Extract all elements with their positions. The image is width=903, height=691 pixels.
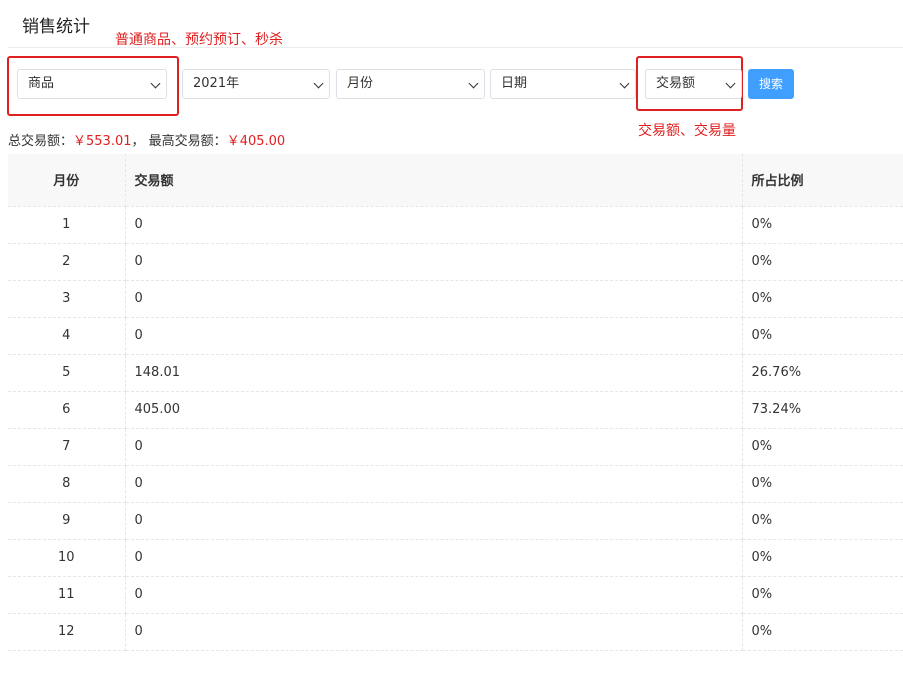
summary-line: 总交易额：￥553.01， 最高交易额：￥405.00 [8, 130, 285, 149]
chevron-down-icon [313, 78, 324, 89]
cell-ratio: 0% [742, 243, 903, 281]
cell-ratio: 0% [742, 428, 903, 466]
table-row: 10 0 0% [8, 539, 903, 577]
cell-amount: 0 [125, 502, 743, 540]
summary-separator: ， [131, 134, 145, 149]
table-row: 6 405.00 73.24% [8, 391, 903, 429]
header-month: 月份 [8, 154, 126, 207]
cell-ratio: 73.24% [742, 391, 903, 429]
cell-amount: 0 [125, 280, 743, 318]
cell-ratio: 0% [742, 613, 903, 651]
cell-ratio: 0% [742, 576, 903, 614]
max-value: ￥405.00 [226, 134, 286, 149]
cell-amount: 405.00 [125, 391, 743, 429]
sales-stats-page: 销售统计 普通商品、预约预订、秒杀 商品 2021年 月份 日期 交易额 交易额… [0, 0, 903, 691]
cell-amount: 0 [125, 428, 743, 466]
page-title: 销售统计 [22, 17, 90, 37]
table-row: 1 0 0% [8, 206, 903, 244]
cell-month: 8 [8, 465, 126, 503]
cell-ratio: 0% [742, 317, 903, 355]
cell-ratio: 0% [742, 206, 903, 244]
cell-amount: 0 [125, 465, 743, 503]
metric-value: 交易额 [656, 76, 696, 91]
cell-month: 6 [8, 391, 126, 429]
cell-month: 10 [8, 539, 126, 577]
table-row: 11 0 0% [8, 576, 903, 614]
cell-amount: 0 [125, 613, 743, 651]
cell-ratio: 0% [742, 280, 903, 318]
cell-month: 9 [8, 502, 126, 540]
cell-month: 12 [8, 613, 126, 651]
table-row: 7 0 0% [8, 428, 903, 466]
search-button[interactable]: 搜索 [748, 69, 794, 99]
cell-ratio: 0% [742, 465, 903, 503]
chevron-down-icon [725, 78, 736, 89]
product-type-value: 商品 [28, 76, 55, 91]
total-value: ￥553.01 [73, 134, 132, 149]
table-row: 3 0 0% [8, 280, 903, 318]
cell-amount: 148.01 [125, 354, 743, 392]
date-select[interactable]: 日期 [490, 69, 636, 99]
cell-ratio: 0% [742, 539, 903, 577]
cell-month: 5 [8, 354, 126, 392]
sales-table: 月份 交易额 所占比例 1 0 0% 2 0 0% 3 0 0% 4 0 0% … [8, 154, 903, 651]
cell-month: 2 [8, 243, 126, 281]
cell-amount: 0 [125, 243, 743, 281]
product-type-select[interactable]: 商品 [17, 69, 167, 99]
cell-month: 3 [8, 280, 126, 318]
cell-month: 7 [8, 428, 126, 466]
month-value: 月份 [347, 76, 374, 91]
table-row: 12 0 0% [8, 613, 903, 651]
chevron-down-icon [468, 78, 479, 89]
table-header-row: 月份 交易额 所占比例 [8, 154, 903, 207]
annotation-product-types: 普通商品、预约预订、秒杀 [115, 32, 283, 48]
date-value: 日期 [501, 76, 528, 91]
chevron-down-icon [619, 78, 630, 89]
table-row: 8 0 0% [8, 465, 903, 503]
table-row: 9 0 0% [8, 502, 903, 540]
chevron-down-icon [150, 78, 161, 89]
table-row: 4 0 0% [8, 317, 903, 355]
cell-amount: 0 [125, 206, 743, 244]
table-row: 2 0 0% [8, 243, 903, 281]
max-label: 最高交易额： [148, 134, 227, 149]
header-amount: 交易额 [125, 154, 743, 207]
cell-month: 1 [8, 206, 126, 244]
metric-select[interactable]: 交易额 [645, 69, 742, 99]
cell-amount: 0 [125, 576, 743, 614]
year-select[interactable]: 2021年 [182, 69, 330, 99]
table-row: 5 148.01 26.76% [8, 354, 903, 392]
year-value: 2021年 [193, 76, 240, 91]
month-select[interactable]: 月份 [336, 69, 485, 99]
cell-ratio: 0% [742, 502, 903, 540]
total-label: 总交易额： [8, 134, 74, 149]
cell-ratio: 26.76% [742, 354, 903, 392]
header-ratio: 所占比例 [742, 154, 903, 207]
cell-amount: 0 [125, 317, 743, 355]
cell-month: 4 [8, 317, 126, 355]
annotation-metric-types: 交易额、交易量 [638, 123, 736, 139]
cell-month: 11 [8, 576, 126, 614]
cell-amount: 0 [125, 539, 743, 577]
